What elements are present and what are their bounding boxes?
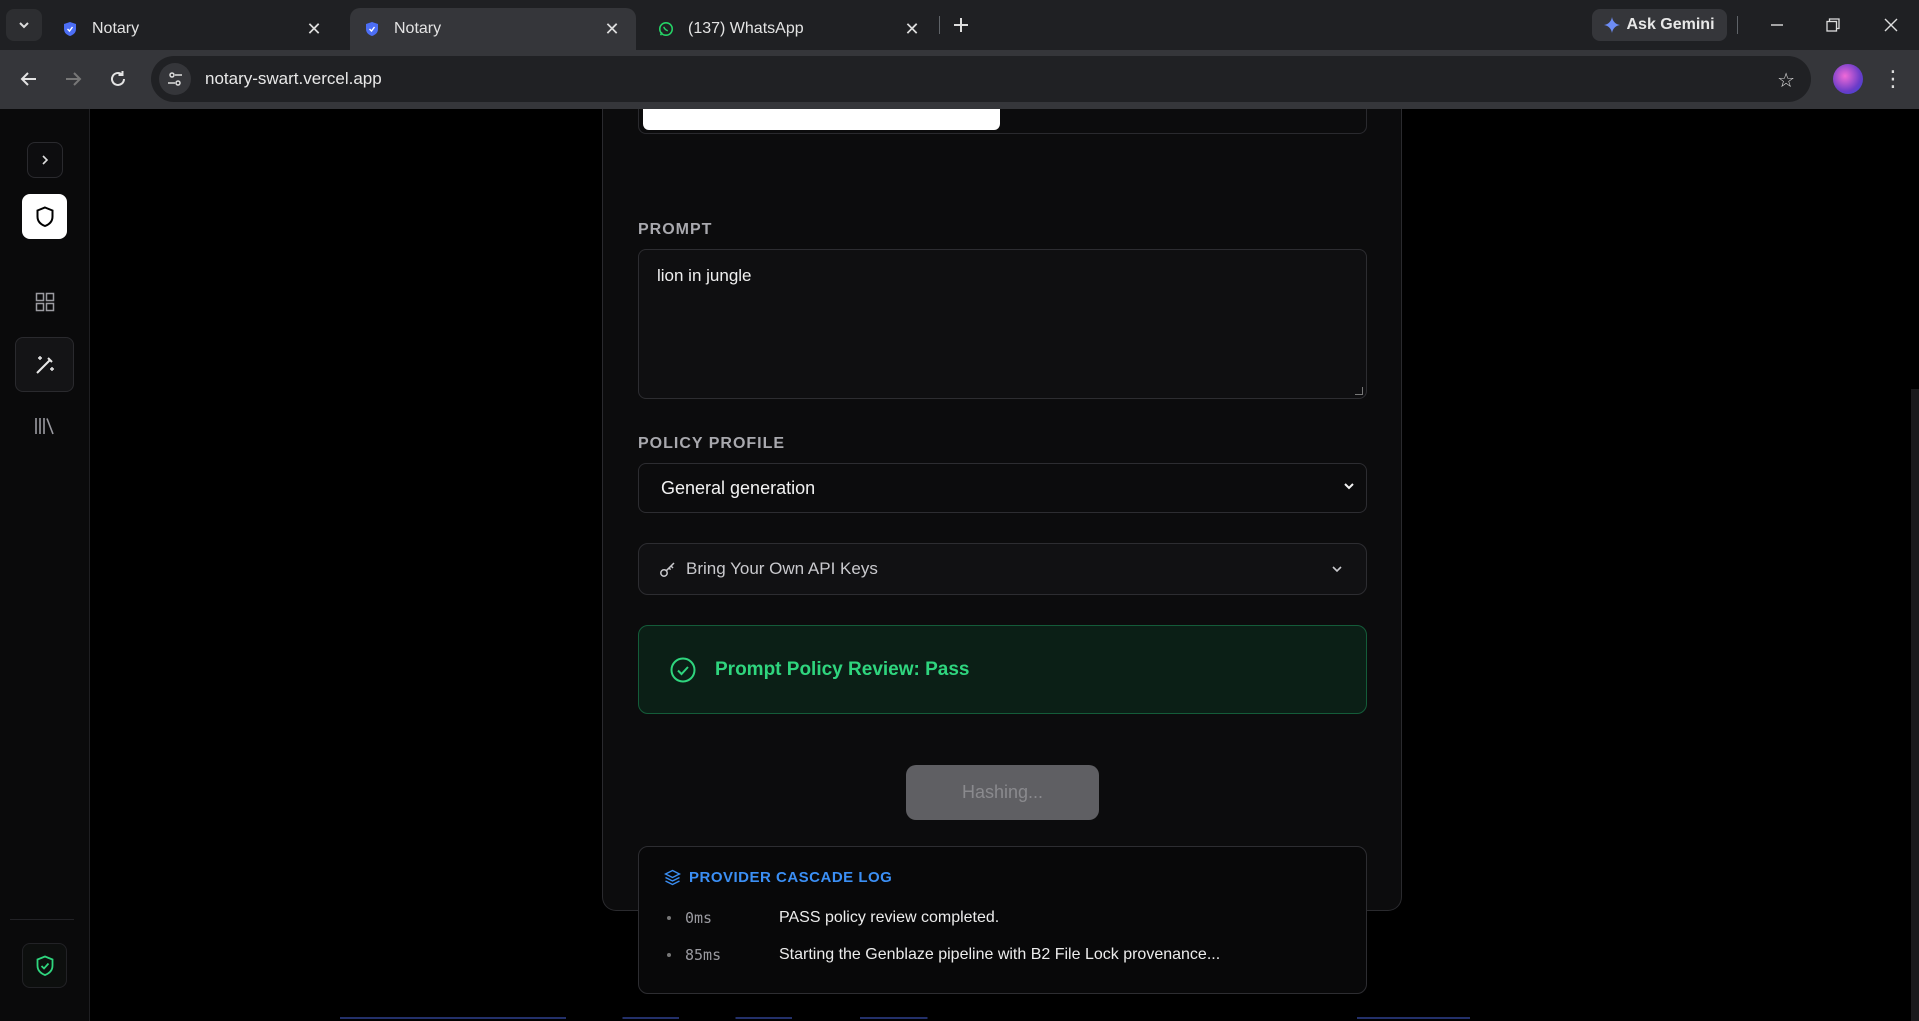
minimize-button[interactable] — [1764, 12, 1790, 38]
arrow-left-icon — [20, 72, 36, 86]
byok-accordion[interactable]: Bring Your Own API Keys — [638, 543, 1367, 595]
log-message: Starting the Genblaze pipeline with B2 F… — [779, 946, 1221, 963]
minimize-icon — [1771, 24, 1783, 26]
tab-title: Notary — [394, 20, 442, 37]
log-entry: 0ms PASS policy review completed. — [667, 909, 999, 927]
whatsapp-icon — [658, 21, 674, 37]
chevron-down-icon — [1332, 566, 1342, 573]
sidebar-item-generate[interactable] — [15, 337, 74, 392]
grid-icon — [35, 292, 54, 311]
toolbar-separator — [1737, 16, 1738, 34]
prompt-label: PROMPT — [638, 221, 713, 238]
hashing-button-label: Hashing... — [961, 782, 1044, 802]
ask-gemini-label: Ask Gemini — [1626, 16, 1715, 33]
gemini-sparkle-icon — [1604, 17, 1621, 33]
prompt-textarea[interactable]: lion in jungle — [638, 249, 1367, 399]
arrow-right-icon — [66, 72, 82, 86]
tune-icon — [168, 72, 182, 86]
close-window-button[interactable] — [1878, 12, 1904, 38]
back-button[interactable] — [14, 64, 44, 94]
site-info-button[interactable] — [159, 63, 191, 95]
tab-whatsapp[interactable]: (137) WhatsApp ✕ — [644, 8, 936, 50]
app-logo[interactable] — [22, 194, 67, 239]
sidebar-item-dashboard[interactable] — [22, 279, 67, 324]
below-fold-content — [340, 1017, 1470, 1019]
new-tab-button[interactable] — [948, 12, 974, 38]
sidebar-item-library[interactable] — [22, 403, 67, 448]
browser-menu-button[interactable]: ⋮ — [1882, 64, 1904, 94]
tab-title: Notary — [92, 20, 140, 37]
chevron-down-icon — [1344, 483, 1354, 490]
shield-check-icon — [36, 955, 53, 976]
library-icon — [34, 417, 54, 434]
close-icon[interactable]: ✕ — [602, 19, 622, 39]
mode-segmented-control — [638, 109, 1367, 134]
ask-gemini-button[interactable]: Ask Gemini — [1592, 9, 1727, 41]
page-scrollbar[interactable] — [1911, 389, 1919, 1021]
bullet — [667, 953, 671, 957]
provider-cascade-log: PROVIDER CASCADE LOG 0ms PASS policy rev… — [638, 846, 1367, 994]
chevron-right-icon — [42, 155, 49, 165]
policy-profile-value: General generation — [661, 477, 816, 498]
chevron-down-icon — [19, 22, 29, 29]
close-icon[interactable]: ✕ — [304, 19, 324, 39]
address-bar[interactable]: notary-swart.vercel.app ☆ — [151, 56, 1811, 102]
forward-button[interactable] — [58, 64, 88, 94]
log-entry: 85ms Starting the Genblaze pipeline with… — [667, 946, 1220, 964]
tab-separator — [939, 16, 940, 34]
browser-toolbar: notary-swart.vercel.app ☆ ⋮ — [0, 50, 1919, 109]
profile-avatar[interactable] — [1833, 64, 1863, 94]
restore-icon — [1826, 18, 1840, 32]
byok-label: Bring Your Own API Keys — [686, 559, 878, 578]
key-icon — [659, 561, 676, 578]
bookmark-star-icon[interactable]: ☆ — [1777, 68, 1795, 93]
notary-shield-icon — [62, 21, 78, 37]
tab-notary-2[interactable]: Notary ✕ — [350, 8, 636, 50]
tab-notary-1[interactable]: Notary ✕ — [48, 8, 338, 50]
log-header: PROVIDER CASCADE LOG — [664, 869, 892, 886]
browser-window: Notary ✕ Notary ✕ (137) WhatsApp ✕ Ask G… — [0, 0, 1919, 1021]
prompt-value: lion in jungle — [657, 266, 752, 285]
url-text: notary-swart.vercel.app — [205, 69, 382, 88]
magic-wand-icon — [35, 355, 54, 374]
sidebar-divider — [10, 919, 74, 920]
reload-button[interactable] — [103, 64, 133, 94]
policy-profile-label: POLICY PROFILE — [638, 435, 786, 452]
shield-icon — [36, 205, 53, 227]
close-icon — [1884, 18, 1898, 32]
tab-strip: Notary ✕ Notary ✕ (137) WhatsApp ✕ Ask G… — [0, 0, 1919, 50]
log-time: 85ms — [685, 946, 722, 964]
bullet — [667, 916, 671, 920]
log-title: PROVIDER CASCADE LOG — [689, 869, 893, 886]
verify-status-button[interactable] — [22, 943, 67, 988]
mode-segment-active[interactable] — [643, 109, 1000, 130]
reload-icon — [111, 71, 125, 86]
check-circle-icon — [670, 657, 696, 682]
app-sidebar — [0, 109, 90, 1021]
tab-search-button[interactable] — [6, 9, 42, 41]
policy-review-text: Prompt Policy Review: Pass — [715, 658, 970, 680]
log-time: 0ms — [685, 909, 713, 927]
log-message: PASS policy review completed. — [779, 909, 1000, 926]
notary-shield-icon — [364, 21, 380, 37]
restore-button[interactable] — [1820, 12, 1846, 38]
plus-icon — [954, 18, 968, 32]
sidebar-toggle-button[interactable] — [27, 142, 63, 178]
tab-title: (137) WhatsApp — [688, 20, 804, 37]
generate-card: PROMPT lion in jungle POLICY PROFILE Gen… — [602, 109, 1402, 994]
app-page: PROMPT lion in jungle POLICY PROFILE Gen… — [0, 109, 1919, 1021]
policy-profile-select[interactable]: General generation — [638, 463, 1367, 513]
hashing-button[interactable]: Hashing... — [906, 765, 1099, 820]
resize-handle[interactable] — [1355, 387, 1363, 395]
close-icon[interactable]: ✕ — [902, 19, 922, 39]
layers-icon — [664, 869, 681, 886]
policy-review-banner: Prompt Policy Review: Pass — [638, 625, 1367, 714]
